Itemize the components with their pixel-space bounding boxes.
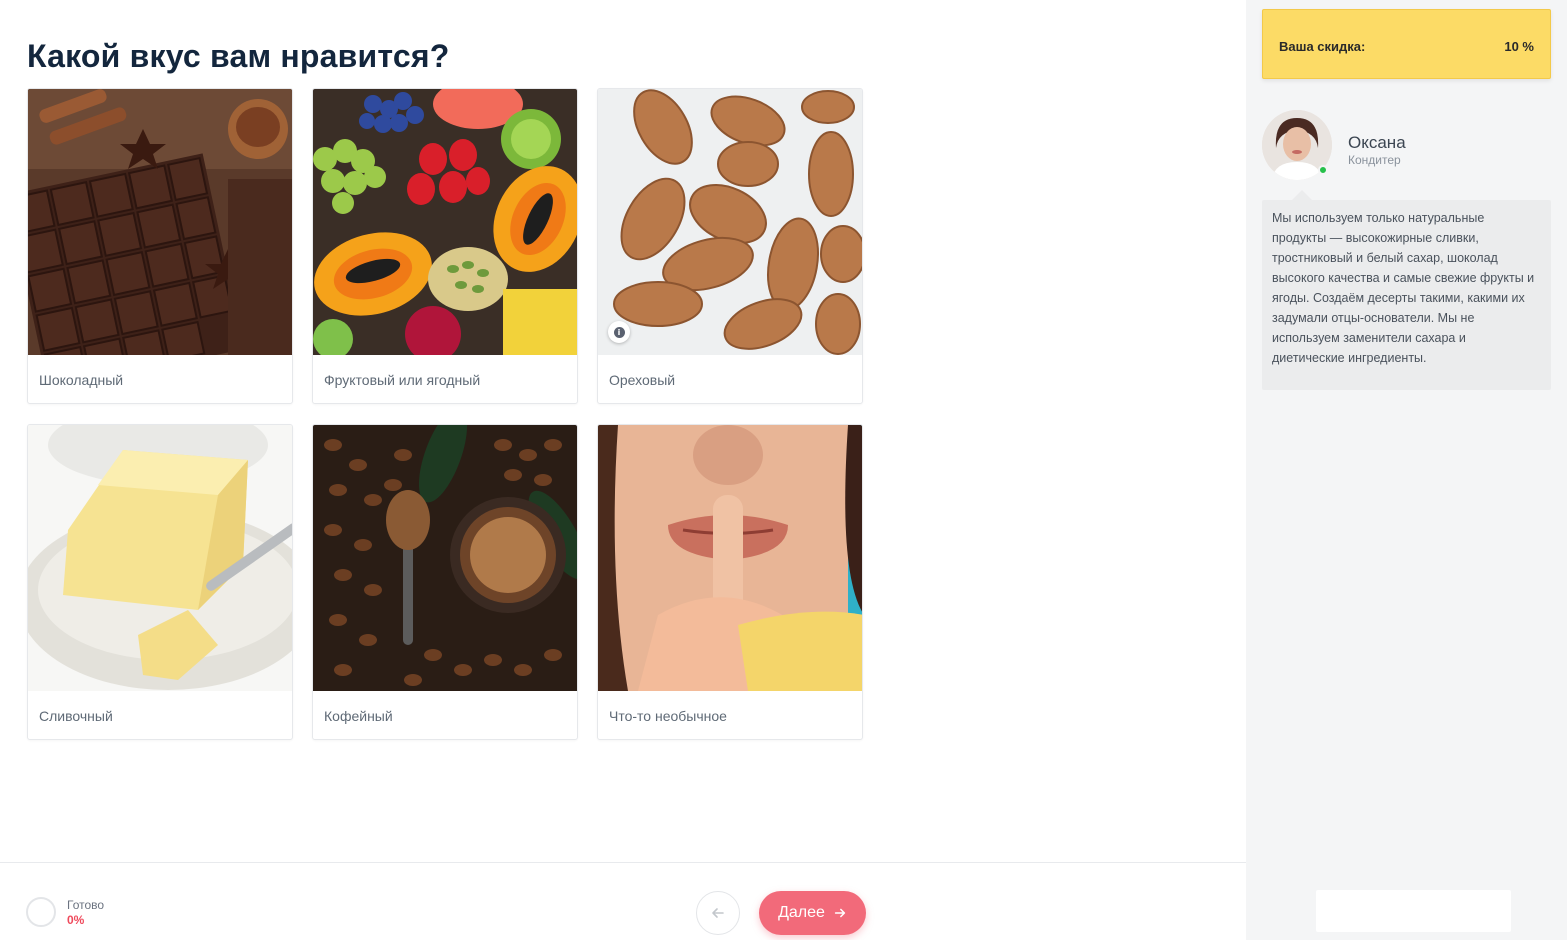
- coffee-image: [313, 425, 577, 691]
- option-card-chocolate[interactable]: Шоколадный: [27, 88, 293, 404]
- option-label: Шоколадный: [39, 372, 124, 388]
- online-status-dot: [1318, 165, 1328, 175]
- question-title: Какой вкус вам нравится?: [27, 38, 450, 74]
- arrow-right-icon: [834, 908, 846, 918]
- info-icon[interactable]: i: [608, 321, 630, 343]
- discount-banner: Ваша скидка: 10 %: [1262, 9, 1551, 79]
- consultant-sidebar: Ваша скидка: 10 % Оксана Кондитер Мы исп…: [1246, 0, 1567, 940]
- option-card-butter[interactable]: Сливочный: [27, 424, 293, 740]
- next-button[interactable]: Далее: [759, 891, 866, 935]
- progress-label: Готово: [67, 898, 105, 912]
- quiz-footer: Готово 0% Далее: [0, 862, 1246, 940]
- progress-value: 0%: [67, 913, 85, 927]
- option-label: Сливочный: [39, 708, 113, 724]
- arrow-left-icon: [712, 908, 724, 918]
- almonds-image: [598, 89, 862, 355]
- quiz-main: Какой вкус вам нравится? Шоколадный Фрук…: [0, 0, 1246, 940]
- message-bubble: Мы используем только натуральные продукт…: [1262, 190, 1551, 390]
- back-button[interactable]: [696, 891, 740, 935]
- option-card-coffee[interactable]: Кофейный: [312, 424, 578, 740]
- option-label: Ореховый: [609, 372, 676, 388]
- chocolate-image: [28, 89, 292, 355]
- manager-role: Кондитер: [1348, 153, 1401, 167]
- unusual-image: [598, 425, 862, 691]
- discount-value: 10 %: [1504, 39, 1534, 54]
- option-label: Что-то необычное: [609, 708, 727, 724]
- option-card-unusual[interactable]: Что-то необычное: [597, 424, 863, 740]
- next-button-label: Далее: [778, 904, 825, 921]
- fruits-image: [313, 89, 577, 355]
- option-card-almonds[interactable]: i Ореховый: [597, 88, 863, 404]
- option-label: Кофейный: [324, 708, 393, 724]
- manager-name: Оксана: [1348, 133, 1406, 152]
- option-card-fruits[interactable]: Фруктовый или ягодный: [312, 88, 578, 404]
- progress-ring: [26, 897, 56, 927]
- message-text: Мы используем только натуральные продукт…: [1272, 211, 1535, 365]
- option-label: Фруктовый или ягодный: [324, 372, 481, 388]
- discount-label: Ваша скидка:: [1279, 39, 1366, 54]
- butter-image: [28, 425, 292, 691]
- sidebar-footer-box: [1316, 890, 1511, 932]
